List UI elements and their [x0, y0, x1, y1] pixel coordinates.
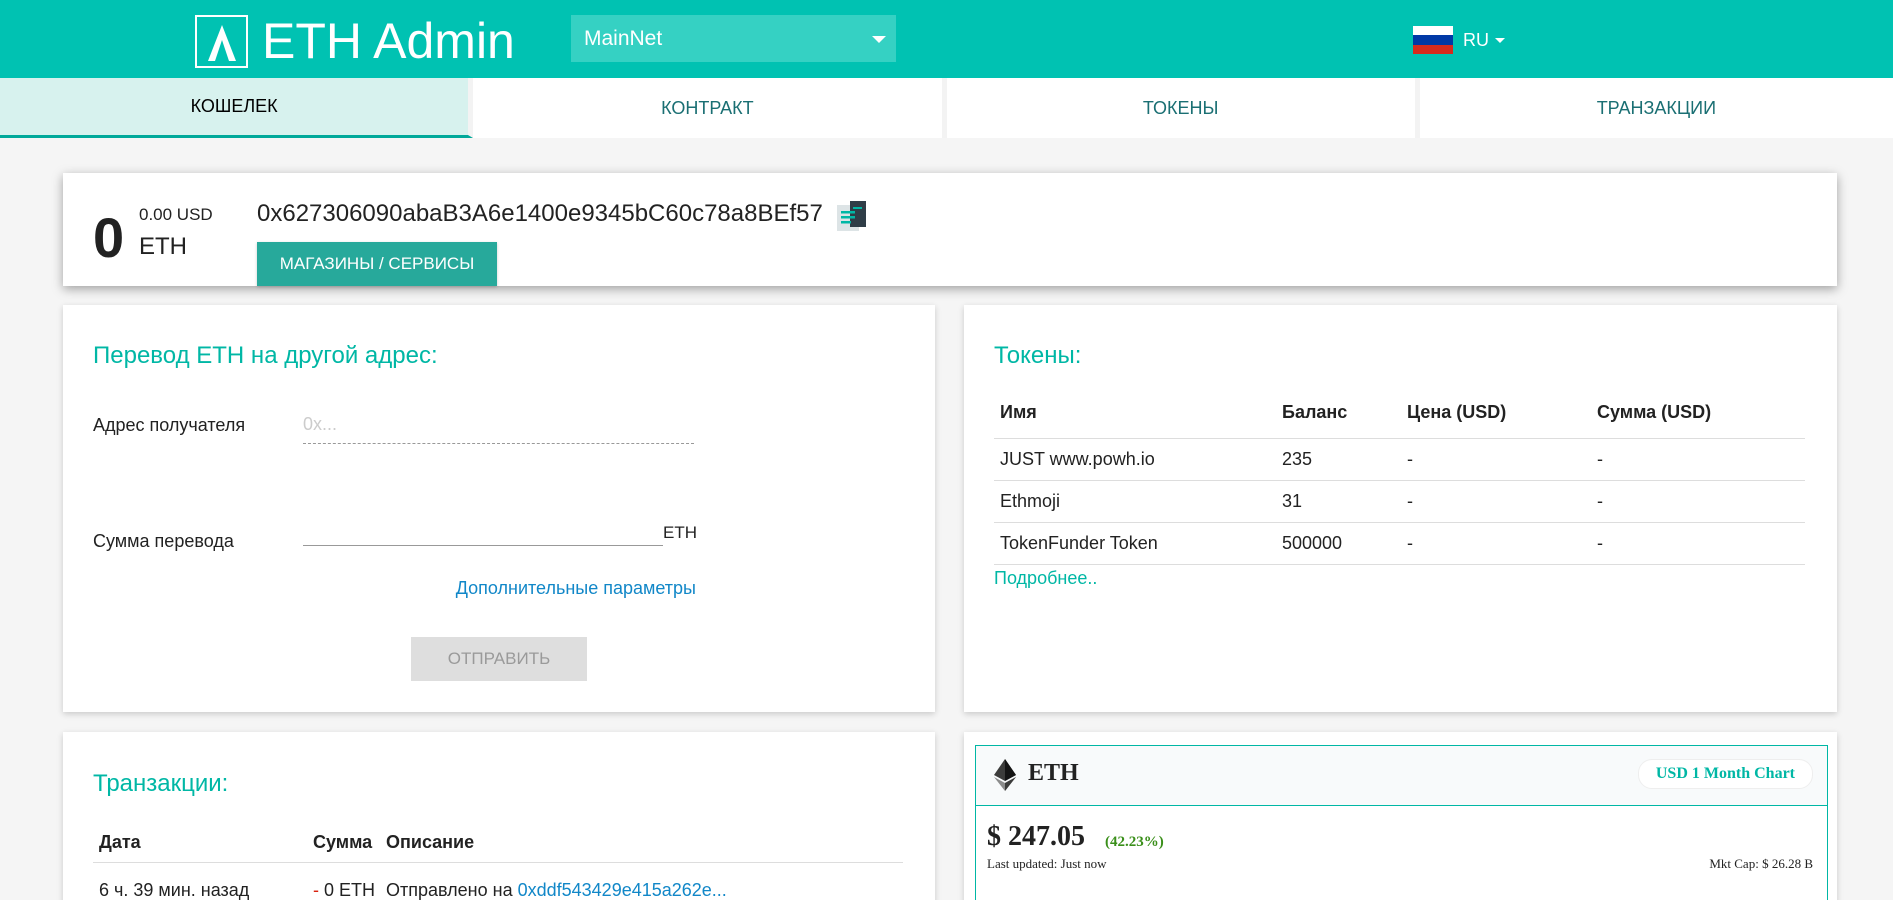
language-label: RU	[1463, 29, 1489, 50]
column-header: Дата	[93, 824, 307, 863]
token-price: -	[1401, 480, 1591, 523]
token-balance: 31	[1276, 480, 1401, 523]
token-sum: -	[1591, 522, 1805, 565]
network-select[interactable]: MainNet	[571, 15, 896, 62]
eth-price: $ 247.05	[987, 821, 1085, 852]
tx-date: 6 ч. 39 мин. назад	[99, 879, 250, 900]
column-header: Сумма (USD)	[1591, 388, 1805, 439]
transfer-card: Перевод ETH на другой адрес: Адрес получ…	[63, 305, 935, 712]
token-sum: -	[1591, 438, 1805, 481]
app-logo[interactable]: ETH Admin	[195, 15, 515, 68]
column-header: Цена (USD)	[1401, 388, 1591, 439]
chevron-down-icon	[872, 36, 886, 43]
price-change: (42.23%)	[1105, 834, 1164, 850]
russia-flag-icon	[1413, 26, 1453, 54]
token-balance: 500000	[1276, 522, 1401, 565]
column-header: Имя	[994, 388, 1276, 439]
table-header-row: Имя Баланс Цена (USD) Сумма (USD)	[994, 388, 1805, 439]
table-row[interactable]: Ethmoji 31 - -	[994, 480, 1805, 523]
tokens-title: Токены:	[994, 342, 1082, 369]
recipient-label: Адрес получателя	[93, 415, 246, 435]
token-price: -	[1401, 522, 1591, 565]
token-price: -	[1401, 438, 1591, 481]
tx-sign: -	[313, 879, 319, 900]
table-row[interactable]: TokenFunder Token 500000 - -	[994, 522, 1805, 565]
table-row[interactable]: 6 ч. 39 мин. назад - 0 ETH Отправлено на…	[93, 862, 903, 900]
send-button[interactable]: ОТПРАВИТЬ	[411, 637, 587, 681]
amount-unit: ETH	[663, 523, 697, 542]
tab-wallet[interactable]: КОШЕЛЕК	[0, 78, 474, 138]
column-header: Описание	[380, 824, 903, 863]
tx-description: Отправлено на 0xddf543429e415a262e...	[380, 862, 903, 900]
wallet-address: 0x627306090abaB3A6e1400e9345bC60c78a8BEf…	[257, 200, 823, 227]
eth-balance: 0	[93, 206, 125, 269]
eth-price-widget: ETH USD 1 Month Chart $ 247.05 (42.23%) …	[975, 745, 1828, 900]
transfer-title: Перевод ETH на другой адрес:	[93, 342, 438, 369]
price-symbol: ETH	[1028, 760, 1079, 786]
last-updated: Last updated: Just now	[987, 856, 1107, 871]
month-chart-button[interactable]: USD 1 Month Chart	[1637, 759, 1813, 789]
transactions-title: Транзакции:	[93, 770, 229, 797]
app-title: ETH Admin	[262, 13, 515, 69]
token-name: Ethmoji	[994, 480, 1276, 523]
language-dropdown[interactable]: RU	[1413, 26, 1505, 54]
ethereum-icon	[994, 759, 1016, 796]
usd-balance: 0.00 USD	[139, 205, 213, 224]
token-balance: 235	[1276, 438, 1401, 481]
advanced-params-link[interactable]: Дополнительные параметры	[456, 578, 696, 599]
column-header: Баланс	[1276, 388, 1401, 439]
tab-transactions[interactable]: ТРАНЗАКЦИИ	[1420, 78, 1893, 138]
tx-address-link[interactable]: 0xddf543429e415a262e...	[518, 880, 727, 900]
main-tabs: КОШЕЛЕК КОНТРАКТ ТОКЕНЫ ТРАНЗАКЦИИ	[0, 78, 1893, 138]
token-sum: -	[1591, 480, 1805, 523]
tab-contract[interactable]: КОНТРАКТ	[473, 78, 947, 138]
column-header: Сумма	[307, 824, 380, 863]
tokens-card: Токены: Имя Баланс Цена (USD) Сумма (USD…	[964, 305, 1837, 712]
balance-unit: ETH	[139, 233, 187, 260]
chevron-down-icon	[1495, 37, 1505, 43]
tab-tokens[interactable]: ТОКЕНЫ	[947, 78, 1420, 138]
market-cap: Mkt Cap: $ 26.28 B	[1709, 856, 1813, 871]
tokens-table: Имя Баланс Цена (USD) Сумма (USD) JUST w…	[994, 388, 1805, 565]
copy-address-icon[interactable]	[833, 199, 871, 238]
table-header-row: Дата Сумма Описание	[93, 824, 903, 863]
amount-label: Сумма перевода	[93, 531, 234, 551]
transactions-table: Дата Сумма Описание 6 ч. 39 мин. назад -…	[93, 824, 903, 900]
price-widget-card: ETH USD 1 Month Chart $ 247.05 (42.23%) …	[964, 732, 1837, 900]
shops-services-button[interactable]: МАГАЗИНЫ / СЕРВИСЫ	[257, 242, 497, 286]
amount-input[interactable]	[303, 510, 663, 546]
logo-icon	[195, 15, 248, 68]
transactions-card: Транзакции: Дата Сумма Описание 6 ч. 39 …	[63, 732, 935, 900]
table-row[interactable]: JUST www.powh.io 235 - -	[994, 438, 1805, 481]
token-name: JUST www.powh.io	[994, 438, 1276, 481]
network-select-value: MainNet	[584, 27, 663, 50]
top-navbar: ETH Admin MainNet RU	[0, 0, 1893, 78]
tokens-more-link[interactable]: Подробнее..	[994, 568, 1097, 589]
price-widget-header: ETH USD 1 Month Chart	[976, 746, 1827, 806]
tx-amount-value: 0 ETH	[324, 879, 376, 900]
tx-desc-prefix: Отправлено на	[386, 879, 513, 900]
tx-amount: - 0 ETH	[307, 862, 380, 900]
token-name: TokenFunder Token	[994, 522, 1276, 565]
wallet-summary-card: 0 0.00 USD ETH 0x627306090abaB3A6e1400e9…	[63, 173, 1837, 286]
recipient-address-input[interactable]: 0x...	[303, 408, 694, 444]
